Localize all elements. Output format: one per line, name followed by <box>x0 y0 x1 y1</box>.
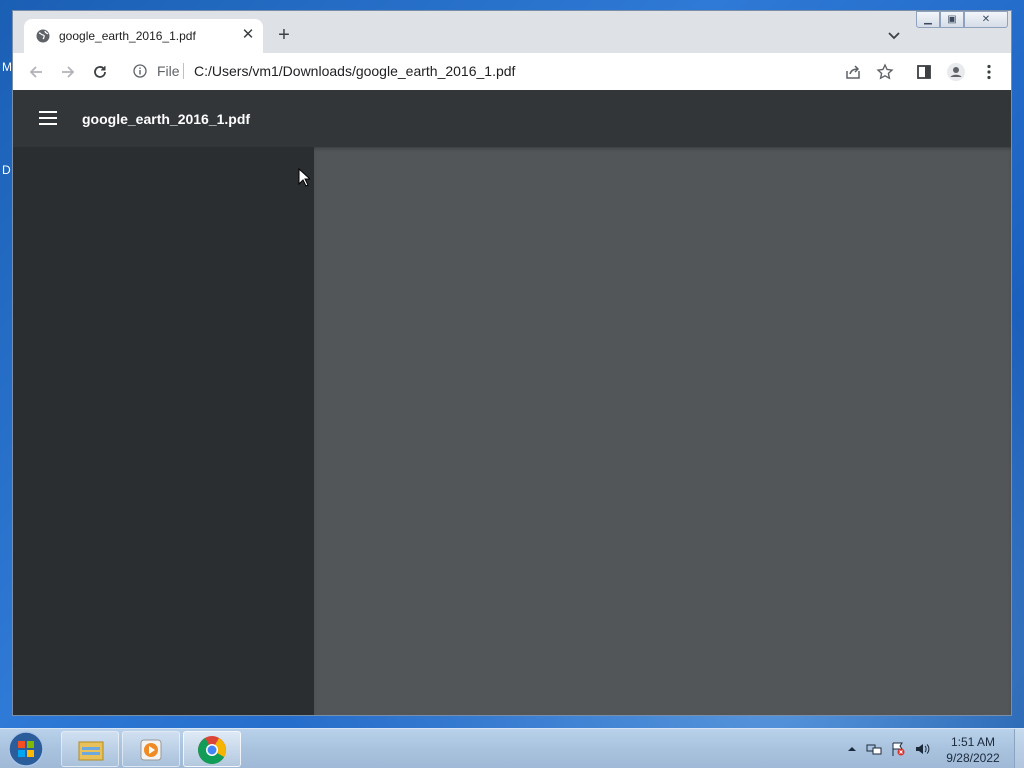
tab-title: google_earth_2016_1.pdf <box>59 29 196 43</box>
start-button[interactable] <box>5 730 47 768</box>
url-scheme: File <box>157 63 180 79</box>
network-icon[interactable] <box>866 742 882 756</box>
chevron-down-icon[interactable] <box>887 29 901 43</box>
url-text[interactable]: C:/Users/vm1/Downloads/google_earth_2016… <box>194 63 515 79</box>
pdf-document-area[interactable] <box>314 147 1011 715</box>
system-clock[interactable]: 1:51 AM 9/28/2022 <box>935 734 1011 766</box>
taskbar-chrome[interactable] <box>183 731 241 767</box>
taskbar-media-player[interactable] <box>122 731 180 767</box>
browser-window: google_earth_2016_1.pdf ✕ + ▁ ▣ ✕ File C… <box>12 10 1012 716</box>
pdf-toolbar: google_earth_2016_1.pdf <box>13 90 1011 147</box>
minimize-button[interactable]: ▁ <box>916 11 940 28</box>
desktop-icon-label[interactable]: M <box>2 60 12 74</box>
plus-icon[interactable]: + <box>275 25 293 45</box>
taskbar-file-explorer[interactable] <box>61 731 119 767</box>
show-hidden-icons-icon[interactable] <box>844 742 860 756</box>
info-icon[interactable] <box>133 64 147 78</box>
profile-avatar-icon[interactable] <box>946 62 966 82</box>
star-icon[interactable] <box>875 62 895 82</box>
tab-active[interactable]: google_earth_2016_1.pdf ✕ <box>24 19 263 53</box>
pdf-title: google_earth_2016_1.pdf <box>82 111 251 127</box>
divider <box>183 63 184 79</box>
clock-date: 9/28/2022 <box>946 751 1000 765</box>
show-desktop-button[interactable] <box>1014 729 1024 768</box>
kebab-menu-icon[interactable] <box>979 62 999 82</box>
back-icon[interactable] <box>26 62 46 82</box>
taskbar: 1:51 AM 9/28/2022 <box>0 728 1024 768</box>
globe-icon <box>36 29 50 43</box>
clock-time: 1:51 AM <box>950 735 996 749</box>
close-window-button[interactable]: ✕ <box>964 11 1008 28</box>
hamburger-menu-icon[interactable] <box>39 111 57 125</box>
browser-toolbar: File C:/Users/vm1/Downloads/google_earth… <box>13 53 1011 90</box>
mouse-cursor-icon <box>298 168 310 187</box>
action-center-flag-icon[interactable] <box>890 742 906 756</box>
media-player-icon <box>140 739 162 761</box>
pdf-thumbnail-sidebar[interactable] <box>13 147 314 715</box>
tab-strip: google_earth_2016_1.pdf ✕ + ▁ ▣ ✕ <box>13 11 1011 53</box>
volume-icon[interactable] <box>914 742 930 756</box>
side-panel-icon[interactable] <box>914 62 934 82</box>
desktop-icon-label[interactable]: D <box>2 163 11 177</box>
folder-icon <box>78 741 104 761</box>
chrome-icon <box>198 736 226 764</box>
close-icon[interactable]: ✕ <box>240 27 256 43</box>
reload-icon[interactable] <box>90 62 110 82</box>
maximize-button[interactable]: ▣ <box>940 11 964 28</box>
forward-icon[interactable] <box>58 62 78 82</box>
share-icon[interactable] <box>843 62 863 82</box>
